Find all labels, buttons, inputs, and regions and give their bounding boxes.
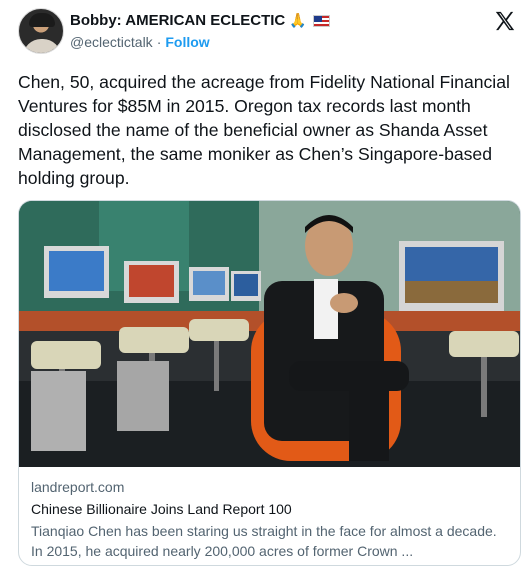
card-description: Tianqiao Chen has been staring us straig… — [31, 523, 497, 559]
separator-dot: · — [156, 34, 162, 50]
tweet-header: Bobby: AMERICAN ECLECTIC 🙏 @eclectictalk… — [18, 8, 518, 58]
link-card[interactable]: © Qilai Shen / Bloomberg via Getty Image… — [18, 200, 521, 566]
card-meta: landreport.com Chinese Billionaire Joins… — [31, 479, 511, 561]
author-display-name[interactable]: Bobby: AMERICAN ECLECTIC — [70, 12, 285, 29]
card-domain[interactable]: landreport.com — [31, 479, 511, 495]
praying-hands-emoji: 🙏 — [289, 12, 307, 29]
card-title[interactable]: Chinese Billionaire Joins Land Report 10… — [31, 501, 511, 517]
author-handle-row: @eclectictalk · Follow — [70, 34, 210, 50]
author-name-row: Bobby: AMERICAN ECLECTIC 🙏 — [70, 12, 330, 29]
author-handle[interactable]: @eclectictalk — [70, 34, 153, 50]
us-flag-icon — [312, 14, 330, 27]
x-logo-icon[interactable] — [494, 10, 516, 32]
avatar[interactable] — [18, 8, 64, 54]
tweet-text: Chen, 50, acquired the acreage from Fide… — [18, 72, 510, 188]
follow-button[interactable]: Follow — [165, 34, 209, 50]
article-photo — [19, 201, 520, 467]
